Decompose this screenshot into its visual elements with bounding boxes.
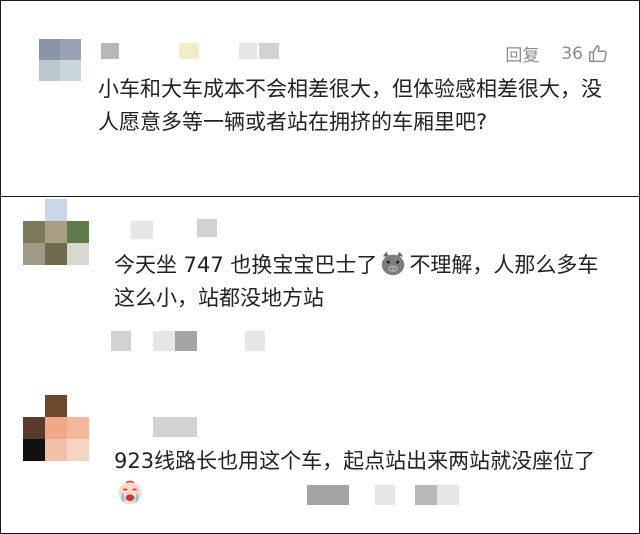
avatar[interactable] bbox=[23, 199, 89, 265]
comment-meta-blurred bbox=[415, 485, 437, 505]
pig-face-emoji bbox=[382, 251, 405, 276]
user-badge-blurred bbox=[197, 219, 217, 237]
avatar[interactable] bbox=[23, 395, 89, 461]
comment-meta-blurred bbox=[153, 331, 175, 351]
comment-meta-blurred bbox=[375, 485, 395, 505]
comment-meta-blurred bbox=[307, 485, 349, 505]
comment-meta-blurred bbox=[437, 485, 459, 505]
comment-text: 小车和大车成本不会相差很大，但体验感相差很大，没人愿意多等一辆或者站在拥挤的车厢… bbox=[98, 77, 602, 134]
comment-meta-blurred bbox=[175, 331, 197, 351]
username-blurred bbox=[131, 221, 153, 239]
like-count: 36 bbox=[561, 43, 583, 64]
comment-meta-blurred bbox=[245, 331, 265, 351]
user-badge-blurred bbox=[259, 43, 279, 59]
comment-meta-blurred bbox=[111, 331, 131, 351]
avatar[interactable] bbox=[39, 39, 81, 81]
crying-face-emoji bbox=[118, 480, 142, 505]
username-blurred bbox=[153, 417, 197, 437]
comment-text: 923线路长也用这个车，起点站出来两站就没座位了 bbox=[114, 445, 614, 512]
comment-card-2: 今天坐 747 也换宝宝巴士了 不理解，人那么多车这么小，站都没地方站 923线… bbox=[0, 196, 640, 534]
comment-actions: 回复 36 bbox=[505, 41, 609, 66]
comment-card-1: 回复 36 小车和大车成本不会相差很大，但体验感相差很大，没人愿意多等一辆或者站… bbox=[0, 0, 640, 197]
thumbs-up-icon[interactable] bbox=[587, 43, 609, 65]
username-blurred bbox=[101, 43, 119, 59]
reply-button[interactable]: 回复 bbox=[505, 41, 539, 66]
comment-text: 今天坐 747 也换宝宝巴士了 不理解，人那么多车这么小，站都没地方站 bbox=[114, 248, 614, 315]
user-badge-blurred bbox=[179, 43, 199, 59]
user-badge-blurred bbox=[239, 43, 257, 59]
